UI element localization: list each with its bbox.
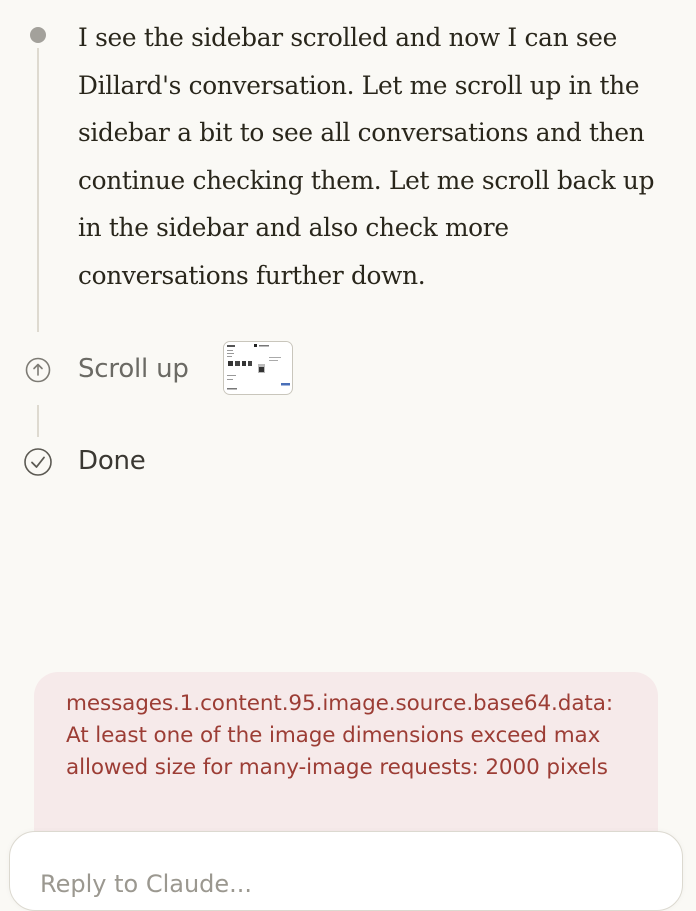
step-label-done: Done bbox=[78, 446, 146, 476]
timeline-line-bottom bbox=[37, 405, 39, 437]
message-composer[interactable] bbox=[9, 831, 683, 911]
step-label-scroll-up: Scroll up bbox=[78, 354, 189, 384]
thought-text: I see the sidebar scrolled and now I can… bbox=[78, 23, 655, 290]
reply-input[interactable] bbox=[40, 864, 640, 904]
error-message-text: messages.1.content.95.image.source.base6… bbox=[66, 691, 613, 780]
screenshot-thumbnail-image bbox=[224, 342, 291, 393]
screenshot-thumbnail[interactable] bbox=[223, 341, 293, 395]
timeline-line-top bbox=[37, 48, 39, 332]
thought-dot-icon bbox=[30, 27, 46, 43]
check-circle-icon bbox=[24, 448, 52, 476]
arrow-up-circle-icon bbox=[25, 357, 51, 383]
